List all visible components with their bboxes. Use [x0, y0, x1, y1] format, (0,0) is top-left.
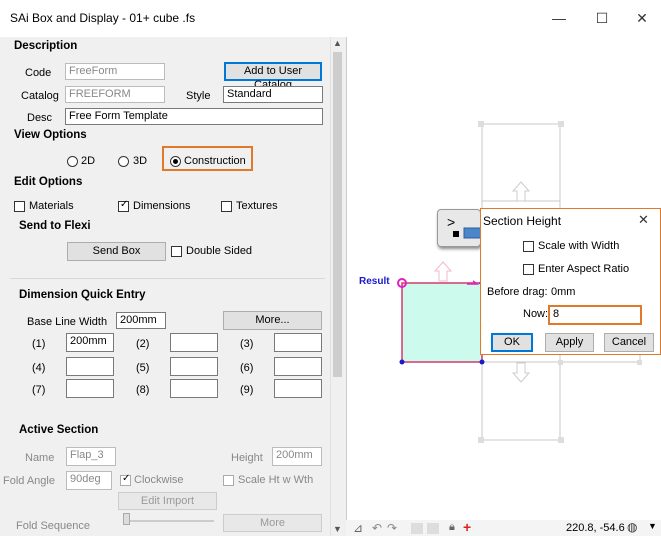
- redo-icon[interactable]: ↷: [387, 521, 397, 535]
- apply-button[interactable]: Apply: [545, 333, 594, 352]
- pin-icon[interactable]: ⊿: [353, 521, 363, 535]
- cursor-coordinates: 220.8, -54.6: [566, 522, 625, 534]
- dialog-title: Section Height: [483, 214, 562, 228]
- lock-icon[interactable]: 🔒︎: [449, 521, 455, 534]
- result-label: Result: [359, 276, 390, 287]
- ok-button[interactable]: OK: [491, 333, 533, 352]
- cancel-button[interactable]: Cancel: [604, 333, 654, 352]
- before-drag-value: 0mm: [551, 286, 576, 298]
- dropdown-icon[interactable]: ▼: [648, 521, 657, 531]
- enter-aspect-ratio-checkbox[interactable]: [523, 264, 534, 275]
- section-height-dialog: Section Height ✕ Scale with Width Enter …: [480, 208, 661, 355]
- dialog-close-icon[interactable]: ✕: [638, 212, 649, 228]
- enter-aspect-ratio-label: Enter Aspect Ratio: [538, 263, 630, 275]
- scale-with-width-label: Scale with Width: [538, 240, 620, 252]
- before-drag-label: Before drag:: [487, 286, 548, 298]
- now-label: Now:: [523, 308, 549, 320]
- globe-icon[interactable]: ◍: [627, 520, 637, 534]
- layer-icon[interactable]: [411, 523, 423, 534]
- undo-icon[interactable]: ↶: [372, 521, 382, 535]
- scale-with-width-checkbox[interactable]: [523, 241, 534, 252]
- grid-icon[interactable]: [427, 523, 439, 534]
- crosshair-icon[interactable]: +: [463, 519, 471, 535]
- now-input[interactable]: 8: [548, 305, 642, 325]
